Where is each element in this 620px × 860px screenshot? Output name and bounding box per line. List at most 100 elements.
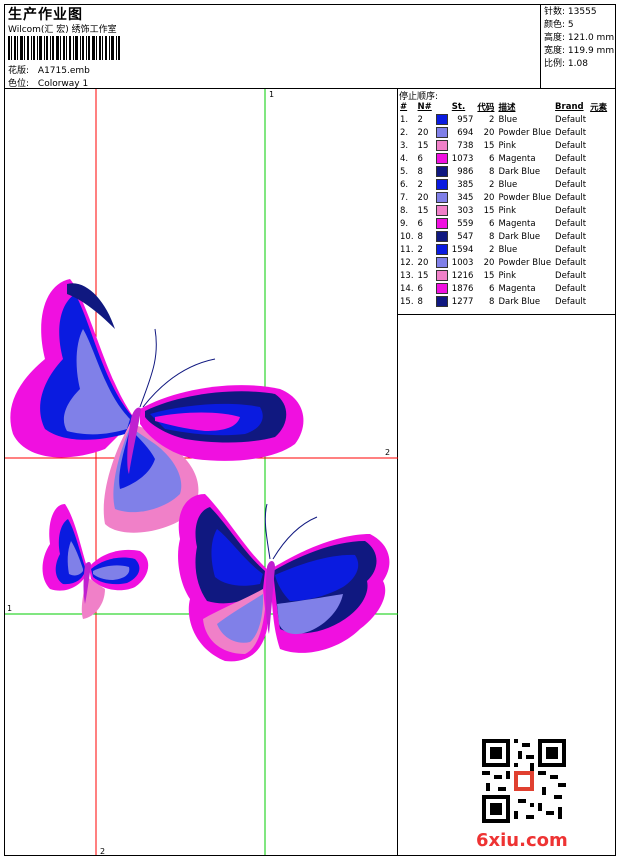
row-code: 15 bbox=[483, 205, 495, 216]
row-element bbox=[588, 282, 609, 295]
row-code: 6 bbox=[489, 153, 495, 164]
row-element bbox=[588, 269, 609, 282]
row-brand: Default bbox=[555, 192, 587, 203]
qr-code-icon bbox=[482, 739, 566, 823]
row-element bbox=[588, 139, 609, 152]
row-needle: 6 bbox=[417, 218, 423, 229]
row-element bbox=[588, 230, 609, 243]
row-brand: Default bbox=[555, 231, 587, 242]
row-code: 2 bbox=[489, 244, 495, 255]
row-needle: 15 bbox=[417, 205, 429, 216]
table-row: 15. 8 1277 8 Dark Blue Default bbox=[398, 295, 609, 308]
color-swatch bbox=[435, 205, 448, 216]
color-swatch bbox=[435, 257, 448, 268]
color-swatch bbox=[435, 296, 448, 307]
row-desc: Dark Blue bbox=[498, 296, 541, 307]
color-swatch bbox=[435, 153, 448, 164]
table-row: 6. 2 385 2 Blue Default bbox=[398, 178, 609, 191]
butterfly-bottom bbox=[178, 494, 390, 662]
barcode bbox=[8, 36, 120, 60]
row-code: 2 bbox=[489, 179, 495, 190]
row-element bbox=[588, 152, 609, 165]
row-swatch bbox=[434, 282, 450, 295]
color-swatch bbox=[435, 283, 448, 294]
row-desc: Magenta bbox=[498, 153, 536, 164]
colorway-value: Colorway 1 bbox=[37, 79, 89, 89]
row-stitches: 986 bbox=[457, 166, 474, 177]
stat-stitches: 针数: 13555 bbox=[544, 7, 597, 17]
row-brand: Default bbox=[555, 114, 587, 125]
row-stitches: 1073 bbox=[451, 153, 474, 164]
row-desc: Powder Blue bbox=[498, 192, 552, 203]
row-stitches: 1216 bbox=[451, 270, 474, 281]
watermark: 6xiu.com bbox=[476, 830, 568, 851]
color-swatch bbox=[435, 231, 448, 242]
row-swatch bbox=[434, 139, 450, 152]
row-swatch bbox=[434, 243, 450, 256]
row-index: 7. bbox=[400, 192, 409, 203]
color-swatch bbox=[435, 192, 448, 203]
row-desc: Dark Blue bbox=[498, 166, 541, 177]
table-row: 14. 6 1876 6 Magenta Default bbox=[398, 282, 609, 295]
row-brand: Default bbox=[555, 296, 587, 307]
row-index: 3. bbox=[400, 140, 409, 151]
col-desc: 描述 bbox=[498, 102, 516, 113]
row-index: 14. bbox=[400, 283, 414, 294]
page-title: 生产作业图 bbox=[8, 7, 83, 23]
design-row: 花版: A1715.emb bbox=[8, 63, 90, 76]
stat-width: 宽度: 119.9 mm bbox=[544, 46, 615, 56]
row-index: 12. bbox=[400, 257, 414, 268]
row-code: 8 bbox=[489, 166, 495, 177]
row-swatch bbox=[434, 230, 450, 243]
table-row: 2. 20 694 20 Powder Blue Default bbox=[398, 126, 609, 139]
row-element bbox=[588, 178, 609, 191]
row-element bbox=[588, 295, 609, 308]
row-index: 4. bbox=[400, 153, 409, 164]
row-needle: 8 bbox=[417, 296, 423, 307]
row-swatch bbox=[434, 269, 450, 282]
row-stitches: 738 bbox=[457, 140, 474, 151]
table-row: 13. 15 1216 15 Pink Default bbox=[398, 269, 609, 282]
col-stitches: St. bbox=[451, 101, 466, 112]
row-swatch bbox=[434, 256, 450, 269]
row-element bbox=[588, 191, 609, 204]
stat-scale: 比例: 1.08 bbox=[544, 59, 588, 69]
table-row: 10. 8 547 8 Dark Blue Default bbox=[398, 230, 609, 243]
row-stitches: 1003 bbox=[451, 257, 474, 268]
row-swatch bbox=[434, 126, 450, 139]
marker-right: 2 bbox=[385, 448, 390, 457]
row-brand: Default bbox=[555, 179, 587, 190]
color-sequence-table: # N# St. 代码 描述 Brand 元素 1. 2 957 2 Blue Defau… bbox=[398, 100, 609, 308]
sequence-body: 1. 2 957 2 Blue Default 2. 20 694 20 Powder Blue De… bbox=[398, 113, 609, 308]
row-needle: 2 bbox=[417, 114, 423, 125]
row-brand: Default bbox=[555, 127, 587, 138]
row-stitches: 694 bbox=[457, 127, 474, 138]
row-needle: 8 bbox=[417, 166, 423, 177]
row-stitches: 303 bbox=[457, 205, 474, 216]
col-needle: N# bbox=[417, 101, 432, 112]
row-needle: 2 bbox=[417, 244, 423, 255]
row-stitches: 1594 bbox=[451, 244, 474, 255]
row-needle: 20 bbox=[417, 257, 429, 268]
color-swatch bbox=[435, 166, 448, 177]
row-index: 15. bbox=[400, 296, 414, 307]
row-code: 15 bbox=[483, 140, 495, 151]
row-index: 9. bbox=[400, 218, 409, 229]
row-swatch bbox=[434, 204, 450, 217]
row-stitches: 547 bbox=[457, 231, 474, 242]
row-code: 6 bbox=[489, 218, 495, 229]
color-swatch bbox=[435, 179, 448, 190]
row-swatch bbox=[434, 152, 450, 165]
table-header-row: # N# St. 代码 描述 Brand 元素 bbox=[398, 100, 609, 113]
row-index: 13. bbox=[400, 270, 414, 281]
row-element bbox=[588, 204, 609, 217]
color-swatch bbox=[435, 218, 448, 229]
color-swatch bbox=[435, 127, 448, 138]
row-swatch bbox=[434, 217, 450, 230]
row-code: 6 bbox=[489, 283, 495, 294]
row-brand: Default bbox=[555, 283, 587, 294]
marker-top: 1 bbox=[269, 90, 274, 99]
table-row: 7. 20 345 20 Powder Blue Default bbox=[398, 191, 609, 204]
stats-divider bbox=[540, 4, 541, 88]
row-desc: Powder Blue bbox=[498, 257, 552, 268]
